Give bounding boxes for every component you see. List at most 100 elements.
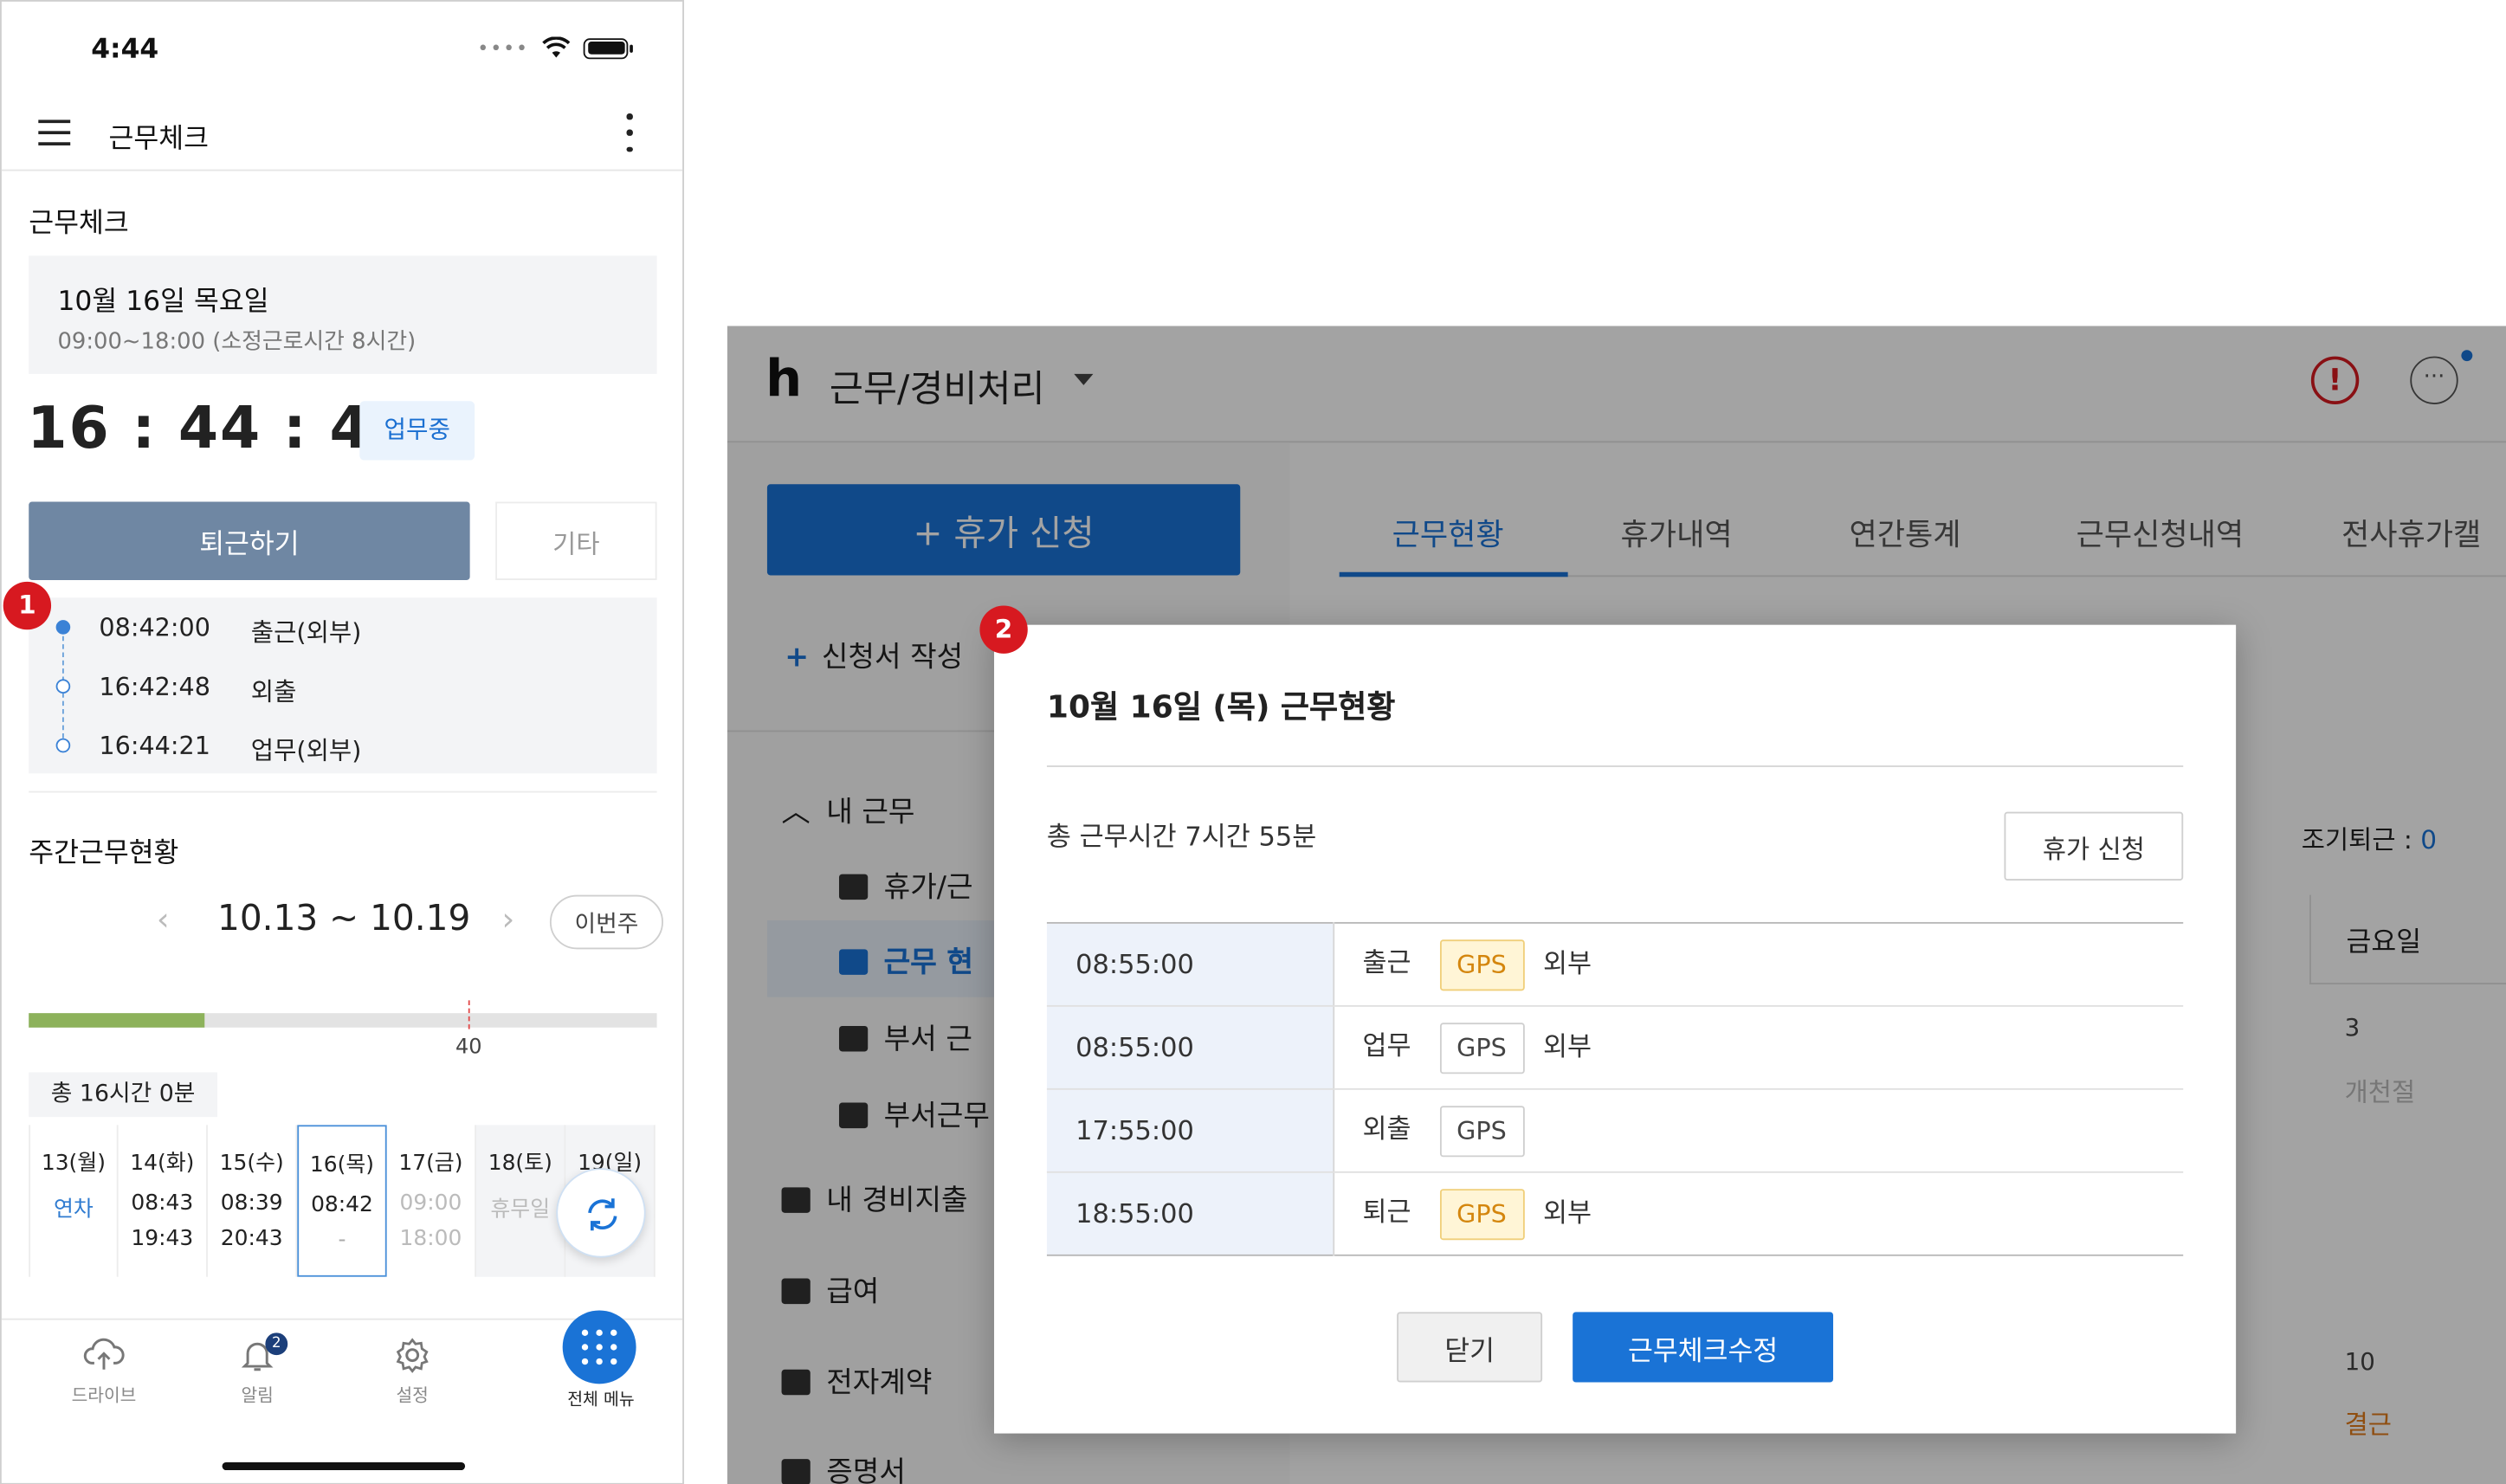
table-row: 08:55:00 출근 GPS 외부 (1046, 922, 2184, 1007)
record-time: 08:55:00 (1046, 1005, 1334, 1090)
day-head: 16(목) (309, 1152, 375, 1178)
day-cell-today[interactable]: 16(목) 08:42 - (297, 1125, 387, 1277)
wifi-icon (542, 36, 571, 58)
total-hours: 총 16시간 0분 (29, 1072, 218, 1118)
edit-work-check-button[interactable]: 근무체크수정 (1573, 1312, 1834, 1383)
status-icons: •••• (477, 36, 633, 60)
alert-count-badge: 2 (265, 1332, 288, 1356)
record-type: 외출 (1362, 1113, 1411, 1145)
app-bar: 근무체크 (1, 94, 683, 171)
record-detail: 외출 GPS (1333, 1088, 2184, 1173)
day-in-time: 08:43 (131, 1190, 194, 1216)
weekly-progress-bar (29, 1013, 657, 1028)
day-value: 휴무일 (490, 1197, 551, 1223)
mobile-app: 4:44 •••• 근무체크 근무체크 10월 16일 목요일 09:00~18… (0, 0, 684, 1484)
progress-fill (29, 1013, 205, 1028)
day-out-time: 19:43 (131, 1225, 194, 1252)
log-type: 업무(외부) (250, 736, 362, 766)
this-week-button[interactable]: 이번주 (549, 894, 663, 950)
callout-badge-2: 2 (979, 605, 1028, 654)
etc-button[interactable]: 기타 (495, 501, 657, 580)
day-head: 18(토) (488, 1150, 552, 1177)
divider (29, 790, 657, 793)
current-clock: 16 : 44 : 46 (27, 396, 413, 462)
app-bar-title: 근무체크 (108, 123, 209, 156)
log-time: 16:44:21 (99, 732, 210, 761)
day-value: 연차 (53, 1197, 94, 1223)
timeline-dot-icon (55, 738, 71, 753)
day-cell[interactable]: 15(수) 08:39 20:43 (208, 1125, 298, 1277)
status-badge: 업무중 (359, 401, 475, 461)
tab-settings[interactable]: 설정 (357, 1336, 468, 1408)
day-cell[interactable]: 14(화) 08:43 19:43 (119, 1125, 208, 1277)
today-date: 10월 16일 목요일 (57, 286, 269, 319)
work-status-modal: 10월 16일 (목) 근무현황 총 근무시간 7시간 55분 휴가 신청 08… (994, 624, 2237, 1434)
callout-badge-1: 1 (3, 581, 52, 630)
more-vertical-icon[interactable] (625, 113, 635, 152)
tab-label: 설정 (396, 1385, 429, 1407)
table-row: 17:55:00 외출 GPS (1046, 1088, 2184, 1173)
week-range: 10.13 ~ 10.19 (217, 900, 471, 940)
record-type: 출근 (1362, 947, 1411, 978)
log-type: 출근(외부) (250, 618, 362, 648)
leave-apply-button-small[interactable]: 휴가 신청 (2004, 811, 2184, 881)
all-menu-button[interactable] (562, 1310, 636, 1384)
home-indicator (222, 1461, 466, 1471)
record-detail: 업무 GPS 외부 (1333, 1005, 2184, 1090)
grid-icon (581, 1329, 617, 1365)
gps-badge[interactable]: GPS (1439, 1022, 1524, 1074)
tab-drive[interactable]: 드라이브 (48, 1336, 159, 1408)
table-row: 08:55:00 업무 GPS 외부 (1046, 1005, 2184, 1090)
target-hours-label: 40 (455, 1036, 482, 1060)
date-card: 10월 16일 목요일 09:00~18:00 (소정근로시간 8시간) (29, 255, 657, 374)
refresh-button[interactable] (556, 1168, 646, 1258)
menu-icon[interactable] (38, 119, 71, 145)
record-type: 퇴근 (1362, 1197, 1411, 1228)
total-work-time: 총 근무시간 7시간 55분 (1046, 821, 1317, 852)
log-item: 16:42:48 외출 (29, 673, 656, 707)
check-record-table: 08:55:00 출근 GPS 외부 08:55:00 업무 GPS 외부 17:55:… (1046, 921, 2184, 1256)
record-place: 외부 (1543, 1030, 1592, 1061)
signal-icon: •••• (477, 36, 529, 60)
chevron-right-icon[interactable]: › (502, 900, 515, 938)
day-cell[interactable]: 13(월) 연차 (29, 1125, 119, 1277)
day-head: 13(월) (41, 1150, 106, 1177)
log-time: 16:42:48 (99, 673, 210, 702)
battery-icon (583, 37, 633, 59)
tab-alerts[interactable]: 2 알림 (202, 1332, 313, 1408)
day-head: 17(금) (398, 1150, 463, 1177)
day-cell[interactable]: 18(토) 휴무일 (476, 1125, 566, 1277)
gps-badge[interactable]: GPS (1439, 1105, 1524, 1157)
modal-title: 10월 16일 (목) 근무현황 (1046, 688, 1396, 726)
table-row: 18:55:00 퇴근 GPS 외부 (1046, 1171, 2183, 1255)
leave-work-button[interactable]: 퇴근하기 (29, 501, 470, 580)
weekly-title: 주간근무현황 (29, 837, 179, 870)
gear-icon (396, 1338, 429, 1373)
day-out-time: 18:00 (399, 1225, 462, 1252)
chevron-left-icon[interactable]: ‹ (157, 900, 170, 938)
log-time: 08:42:00 (99, 613, 210, 642)
record-place: 외부 (1543, 1197, 1592, 1228)
day-head: 14(화) (130, 1150, 195, 1177)
record-time: 08:55:00 (1046, 922, 1334, 1007)
day-in-time: 09:00 (399, 1190, 462, 1216)
close-button[interactable]: 닫기 (1397, 1312, 1543, 1383)
day-in-time: 08:39 (220, 1190, 283, 1216)
log-item: 08:42:00 출근(외부) (29, 613, 656, 648)
day-in-time: 08:42 (311, 1191, 373, 1218)
day-cell[interactable]: 17(금) 09:00 18:00 (387, 1125, 477, 1277)
tab-label: 알림 (241, 1385, 274, 1407)
gps-badge[interactable]: GPS (1439, 939, 1524, 990)
tab-label: 드라이브 (71, 1385, 137, 1407)
status-time: 4:44 (91, 33, 159, 66)
day-out-time: 20:43 (220, 1225, 283, 1252)
record-type: 업무 (1362, 1030, 1411, 1061)
cloud-upload-icon (83, 1338, 125, 1370)
modal-divider (1046, 765, 2184, 767)
day-head: 15(수) (219, 1150, 284, 1177)
target-hours-marker (468, 1000, 470, 1029)
log-type: 외출 (250, 677, 297, 707)
gps-badge[interactable]: GPS (1439, 1188, 1524, 1240)
tab-label: 전체 메뉴 (567, 1390, 635, 1410)
record-place: 외부 (1543, 947, 1592, 978)
